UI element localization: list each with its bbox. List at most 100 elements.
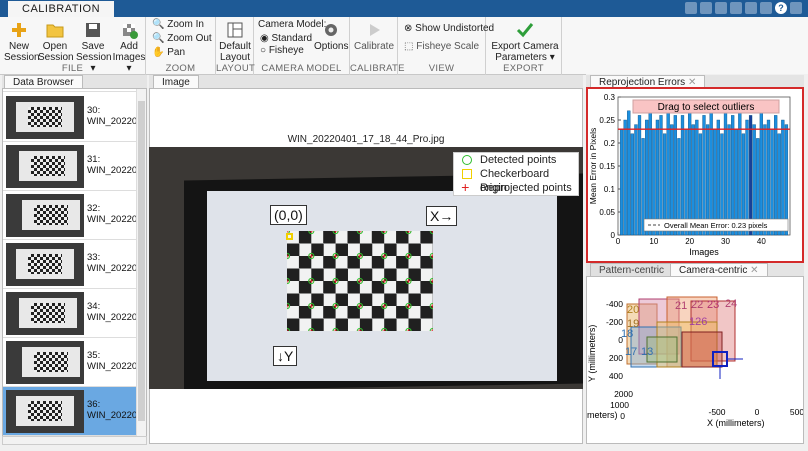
save-icon[interactable] <box>685 2 697 14</box>
list-item[interactable]: 31: WIN_2022040 <box>3 142 146 191</box>
error-bar[interactable] <box>691 124 695 236</box>
list-item[interactable]: 35: WIN_2022040 <box>3 338 146 387</box>
origin-marker <box>286 233 293 240</box>
extrinsics-plot[interactable]: 20 21 22 23 24191812617 13 -400-2000200400200… <box>587 277 803 443</box>
list-item[interactable]: 33: WIN_2022040 <box>3 240 146 289</box>
standard-radio[interactable]: ◉ Standard <box>260 33 312 44</box>
list-item[interactable]: 34: WIN_2022040 <box>3 289 146 338</box>
checkmark-icon <box>516 23 534 38</box>
error-bar[interactable] <box>645 119 649 236</box>
y-tick-label: 0 <box>618 335 623 345</box>
error-bar[interactable] <box>623 119 627 236</box>
y-axis-label: ↓Y <box>273 346 298 366</box>
add-images-icon <box>123 24 138 39</box>
error-bar[interactable] <box>634 124 638 236</box>
error-bar[interactable] <box>784 124 789 236</box>
fisheye-radio[interactable]: ○ Fisheye <box>260 45 304 56</box>
error-bar[interactable] <box>673 115 677 236</box>
thumbnail-image <box>6 145 84 188</box>
thumbnail-checkerboard <box>28 401 62 421</box>
tab-calibration[interactable]: CALIBRATION <box>8 1 115 17</box>
y-tick-label: 0.15 <box>599 162 615 171</box>
fisheye-scale-button[interactable]: ⬚ Fisheye Scale <box>404 41 479 52</box>
cut-icon[interactable] <box>700 2 712 14</box>
error-bar[interactable] <box>705 124 710 236</box>
expand-icon[interactable] <box>790 2 802 14</box>
tab-pattern-centric[interactable]: Pattern-centric <box>590 263 674 277</box>
tab-camera-centric[interactable]: Camera-centric ✕ <box>670 263 768 277</box>
error-bar[interactable] <box>748 115 753 236</box>
thumbnail-image <box>6 96 84 139</box>
open-session-button[interactable]: Open Session <box>38 21 74 63</box>
new-session-button[interactable]: New Session <box>4 21 40 63</box>
thumbnail-checkerboard <box>31 303 65 323</box>
list-item[interactable]: 36: WIN_2022040 <box>3 387 146 436</box>
error-bar[interactable] <box>727 124 731 236</box>
reprojected-point <box>357 279 362 283</box>
options-button[interactable]: Options <box>314 21 348 52</box>
undo-icon[interactable] <box>730 2 742 14</box>
reprojected-point <box>382 279 387 283</box>
error-bar[interactable] <box>695 119 699 236</box>
chart-ylabel: Mean Error in Pixels <box>588 128 598 205</box>
calibrate-button[interactable]: Calibrate <box>354 21 394 52</box>
error-bar[interactable] <box>655 119 660 236</box>
layout-group: Default Layout LAYOUT <box>216 17 255 75</box>
help-icon[interactable]: ? <box>775 2 787 14</box>
error-bar[interactable] <box>774 115 778 236</box>
y-tick-label: 0.25 <box>599 116 615 125</box>
reprojected-point <box>357 254 362 258</box>
error-bar[interactable] <box>659 115 663 236</box>
error-bar[interactable] <box>752 124 756 236</box>
zoom-out-button[interactable]: 🔍 Zoom Out <box>152 33 212 44</box>
error-bar[interactable] <box>763 124 767 236</box>
error-bar[interactable] <box>766 119 771 236</box>
error-bar[interactable] <box>637 115 642 236</box>
thumbnail-image <box>6 194 84 237</box>
list-item[interactable] <box>3 89 136 92</box>
export-camera-parameters-button[interactable]: Export Camera Parameters ▾ <box>490 21 560 63</box>
thumbnail-image <box>6 341 84 384</box>
tab-data-browser[interactable]: Data Browser <box>4 75 83 89</box>
tab-image[interactable]: Image <box>153 75 199 89</box>
copy-icon[interactable] <box>715 2 727 14</box>
ribbon: New Session Open Session Save Session ▾ … <box>0 17 808 75</box>
vertical-scrollbar[interactable] <box>136 89 146 442</box>
zoom-in-button[interactable]: 🔍 Zoom In <box>152 19 204 30</box>
pan-button[interactable]: ✋ Pan <box>152 47 185 58</box>
error-bar[interactable] <box>702 115 706 236</box>
show-undistorted-button[interactable]: ⊗ Show Undistorted <box>404 23 494 34</box>
error-bar[interactable] <box>670 124 674 236</box>
plus-icon <box>12 23 26 37</box>
drag-to-select-label: Drag to select outliers <box>658 102 755 113</box>
list-item[interactable]: 32: WIN_2022040 <box>3 191 146 240</box>
x-tick-label: 10 <box>649 237 658 246</box>
play-icon <box>370 24 380 36</box>
image-legend: Detected points Checkerboard origin + Rep… <box>453 152 579 196</box>
reprojection-chart[interactable]: 00.050.10.150.20.250.30 10 20 30 40Drag to s… <box>588 89 802 261</box>
list-item[interactable]: 30: WIN_2022040 <box>3 93 146 142</box>
scrollbar-thumb[interactable] <box>138 101 145 421</box>
minimize-icon[interactable] <box>760 2 772 14</box>
reprojected-point <box>382 304 387 308</box>
error-bar[interactable] <box>680 115 685 236</box>
zoom-group: 🔍 Zoom In 🔍 Zoom Out ✋ Pan ZOOM <box>146 17 216 75</box>
error-bar[interactable] <box>731 115 735 236</box>
horizontal-scrollbar[interactable] <box>2 436 147 445</box>
title-bar: CALIBRATION ? <box>0 0 808 17</box>
redo-icon[interactable] <box>745 2 757 14</box>
close-icon[interactable]: ✕ <box>750 265 758 276</box>
x-tick-label: 0 <box>755 407 760 417</box>
reprojected-point <box>406 279 411 283</box>
error-bar[interactable] <box>781 119 785 236</box>
x-tick-label: 20 <box>685 237 694 246</box>
error-bar[interactable] <box>619 129 624 236</box>
data-browser-header: Data Browser <box>2 75 147 89</box>
default-layout-button[interactable]: Default Layout <box>218 21 252 63</box>
reprojected-point <box>406 254 411 258</box>
export-group: Export Camera Parameters ▾ EXPORT <box>486 17 562 75</box>
error-bar[interactable] <box>745 119 749 236</box>
error-bar[interactable] <box>716 119 720 236</box>
error-bar[interactable] <box>630 133 634 236</box>
reprojected-point <box>406 304 411 308</box>
